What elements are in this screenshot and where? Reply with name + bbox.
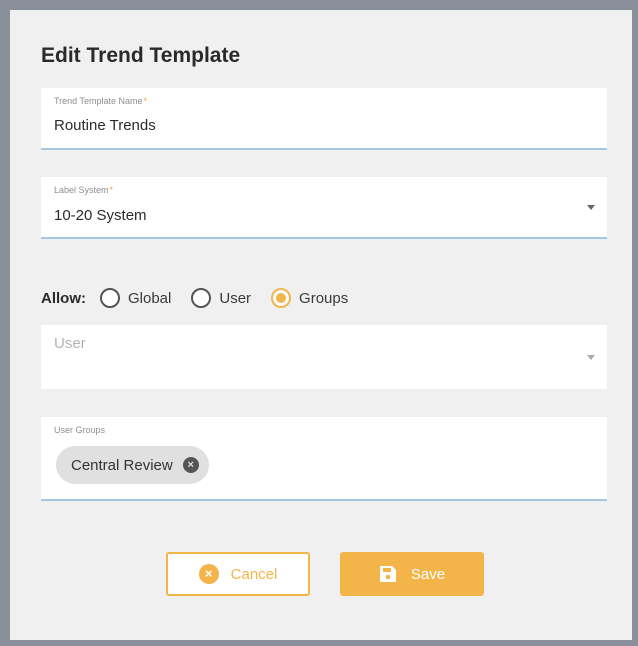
radio-user-label: User [219,289,252,307]
user-groups-label: User Groups [54,425,106,435]
radio-global-label: Global [128,289,172,307]
radio-user[interactable]: User [191,288,251,308]
user-groups-field[interactable]: User Groups Central Review × [41,417,607,501]
cancel-button[interactable]: × Cancel [166,552,310,596]
trend-template-name-label: Trend Template Name* [54,96,148,106]
radio-groups[interactable]: Groups [271,288,348,308]
user-group-chip[interactable]: Central Review × [56,446,209,484]
radio-global[interactable]: Global [100,288,171,308]
trend-template-name-value: Routine Trends [54,117,156,134]
chip-label: Central Review [71,456,173,474]
radio-circle-icon[interactable] [191,288,212,308]
radio-checked-icon[interactable] [271,288,292,308]
dialog-title: Edit Trend Template [41,44,241,67]
user-select[interactable]: User [41,325,607,389]
caret-down-icon[interactable] [587,355,595,360]
save-button-label: Save [410,565,446,583]
allow-radio-group: Allow: Global User Groups [41,286,368,310]
edit-trend-template-dialog: Edit Trend Template Trend Template Name*… [10,10,632,640]
trend-template-name-field[interactable]: Trend Template Name* Routine Trends [41,88,607,150]
radio-circle-icon[interactable] [100,288,120,308]
save-button[interactable]: Save [340,552,484,596]
cancel-button-label: Cancel [230,565,278,583]
label-system-value: 10-20 System [54,207,147,224]
required-mark: * [143,96,148,106]
cancel-circle-icon: × [198,564,219,584]
label-system-select[interactable]: Label System* 10-20 System [41,177,607,239]
caret-down-icon[interactable] [587,205,595,210]
radio-groups-label: Groups [299,289,349,307]
floppy-disk-icon [379,566,396,582]
user-placeholder: User [54,335,86,352]
label-system-label: Label System* [54,185,114,195]
required-mark: * [109,185,114,195]
allow-label: Allow: [41,289,86,307]
close-circle-icon[interactable]: × [182,457,199,473]
